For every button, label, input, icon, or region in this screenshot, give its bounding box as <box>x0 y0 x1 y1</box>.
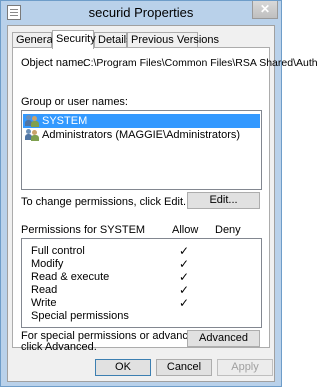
cancel-button[interactable]: Cancel <box>156 359 212 376</box>
close-button[interactable]: ✕ <box>252 1 278 19</box>
permission-name: Read & execute <box>31 271 110 283</box>
user-list[interactable]: SYSTEM Administrators (MAGGIE\Administra… <box>21 110 262 190</box>
permission-row: Write ✓ <box>22 297 261 310</box>
scrollbar[interactable] <box>251 239 261 327</box>
tab-general[interactable]: General <box>12 32 55 47</box>
group-label: Group or user names: <box>21 96 128 108</box>
advanced-text-line-2: click Advanced. <box>21 341 97 353</box>
permission-row: Full control ✓ <box>22 245 261 258</box>
permission-row: Read & execute ✓ <box>22 271 261 284</box>
allow-header: Allow <box>172 224 199 236</box>
check-icon: ✓ <box>179 296 190 310</box>
tab-previous-versions[interactable]: Previous Versions <box>127 32 219 47</box>
window-title: securid Properties <box>88 5 194 20</box>
security-panel: Object name: C:\Program Files\Common Fil… <box>12 47 318 353</box>
users-icon <box>25 129 39 141</box>
change-permissions-text: To change permissions, click Edit. <box>21 196 187 208</box>
list-item-label: Administrators (MAGGIE\Administrators) <box>42 129 241 141</box>
properties-window: securid Properties ✕ General Security De… <box>0 0 318 387</box>
object-name-label: Object name: <box>21 57 87 69</box>
permission-name: Special permissions <box>31 310 129 322</box>
permission-name: Read <box>31 284 58 296</box>
permission-row: Special permissions <box>22 310 261 323</box>
advanced-button[interactable]: Advanced <box>187 330 260 347</box>
list-item-label: SYSTEM <box>42 115 88 127</box>
list-item-administrators[interactable]: Administrators (MAGGIE\Administrators) <box>23 128 260 142</box>
list-item-system[interactable]: SYSTEM <box>23 114 260 128</box>
permission-name: Full control <box>31 245 85 257</box>
permissions-header: Permissions for SYSTEM <box>21 224 146 236</box>
apply-button[interactable]: Apply <box>217 359 273 376</box>
edit-button[interactable]: Edit... <box>187 192 260 209</box>
object-name-value: C:\Program Files\Common Files\RSA Shared… <box>83 57 318 69</box>
deny-header: Deny <box>215 224 241 236</box>
tab-security[interactable]: Security <box>52 30 96 49</box>
tab-details[interactable]: Details <box>94 32 132 47</box>
permission-name: Write <box>31 297 57 309</box>
ok-button[interactable]: OK <box>95 359 151 376</box>
users-icon <box>25 115 39 127</box>
permission-row: Read ✓ <box>22 284 261 297</box>
permissions-list: Full control ✓ Modify ✓ Read & execute ✓… <box>21 238 262 328</box>
permission-name: Modify <box>31 258 64 270</box>
title-bar[interactable]: securid Properties ✕ <box>1 1 281 25</box>
dialog-body: General Security Details Previous Versio… <box>7 25 318 382</box>
permission-row: Modify ✓ <box>22 258 261 271</box>
